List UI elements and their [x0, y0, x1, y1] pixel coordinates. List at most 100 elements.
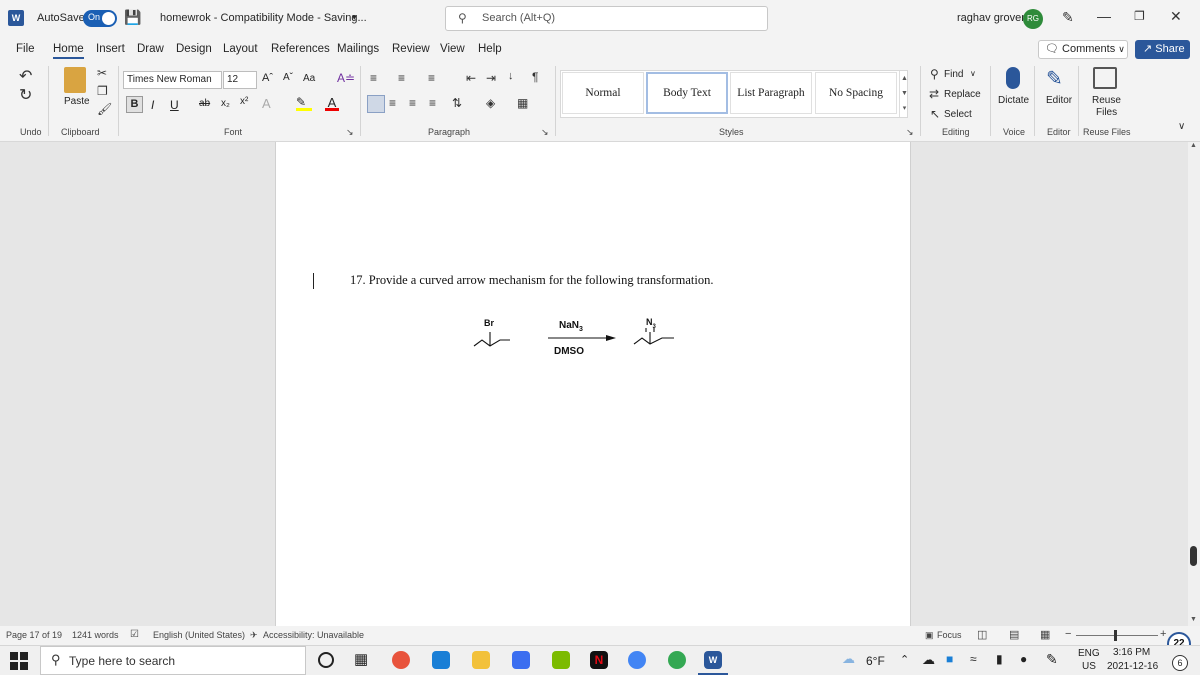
copy-icon[interactable]: ❐: [97, 84, 108, 98]
editor-pen-icon[interactable]: ✎: [1046, 66, 1063, 91]
multilevel-list-icon[interactable]: ≡: [428, 71, 435, 85]
sort-icon[interactable]: ↓: [508, 70, 514, 82]
share-button[interactable]: ↗ Share: [1135, 40, 1190, 59]
tab-review[interactable]: Review: [392, 43, 430, 55]
dictate-button[interactable]: Dictate: [998, 95, 1029, 106]
files-label[interactable]: Files: [1096, 107, 1117, 118]
clock-date[interactable]: 2021-12-16: [1107, 661, 1158, 672]
avatar[interactable]: RG: [1023, 9, 1043, 29]
decrease-indent-icon[interactable]: ⇤: [466, 71, 476, 85]
subscript-button[interactable]: x₂: [221, 98, 230, 109]
tab-references[interactable]: References: [271, 43, 330, 55]
language-status[interactable]: English (United States): [153, 630, 245, 640]
netflix-icon[interactable]: N: [590, 651, 608, 669]
microphone-tray-icon[interactable]: ●: [1020, 652, 1027, 666]
tab-draw[interactable]: Draw: [137, 43, 164, 55]
onedrive-icon[interactable]: ☁: [922, 652, 935, 668]
vertical-scrollbar[interactable]: ▲ ▼: [1188, 142, 1200, 626]
notification-center-icon[interactable]: 6: [1172, 655, 1188, 671]
font-name-select[interactable]: Times New Roman: [123, 71, 222, 89]
grow-font-icon[interactable]: Aˆ: [262, 72, 273, 84]
change-case-button[interactable]: Aa: [303, 73, 315, 84]
style-body-text[interactable]: Body Text: [646, 72, 728, 114]
microphone-icon[interactable]: [1006, 67, 1020, 89]
strikethrough-button[interactable]: ab: [199, 98, 210, 109]
language-bottom[interactable]: US: [1082, 661, 1096, 672]
italic-button[interactable]: I: [151, 98, 154, 112]
align-center-icon[interactable]: ≡: [389, 96, 396, 110]
language-top[interactable]: ENG: [1078, 648, 1100, 659]
document-title[interactable]: homewrok - Compatibility Mode - Saving..…: [160, 12, 367, 24]
read-mode-icon[interactable]: ◫: [977, 628, 987, 641]
tab-file[interactable]: File: [16, 43, 35, 55]
superscript-button[interactable]: x²: [240, 96, 248, 107]
task-view-icon[interactable]: ▦: [354, 650, 368, 668]
zoom-slider-thumb[interactable]: [1114, 630, 1117, 641]
underline-button[interactable]: U: [170, 98, 179, 112]
style-normal[interactable]: Normal: [562, 72, 644, 114]
comments-button[interactable]: 🗨 Comments ∨: [1038, 40, 1128, 59]
search-box[interactable]: ⚲ Search (Alt+Q): [445, 6, 768, 31]
paragraph-dialog-launcher-icon[interactable]: ↘: [541, 127, 549, 138]
align-left-button[interactable]: [367, 95, 385, 113]
shading-icon[interactable]: ◈: [486, 96, 495, 110]
web-layout-icon[interactable]: ▦: [1040, 628, 1050, 641]
tab-help[interactable]: Help: [478, 43, 502, 55]
bold-button[interactable]: B: [126, 96, 143, 113]
page-count[interactable]: Page 17 of 19: [6, 630, 62, 640]
windows-start-icon[interactable]: [10, 652, 28, 670]
pen-tray-icon[interactable]: ✎: [1046, 651, 1058, 668]
minimize-icon[interactable]: —: [1097, 8, 1111, 24]
font-size-select[interactable]: 12: [223, 71, 257, 89]
save-icon[interactable]: 💾: [124, 9, 141, 26]
user-name[interactable]: raghav grover: [957, 12, 1025, 24]
paste-icon[interactable]: [64, 67, 86, 93]
chrome-profile-2-icon[interactable]: [668, 651, 686, 669]
numbering-icon[interactable]: ≡: [398, 71, 405, 85]
store-icon[interactable]: [552, 651, 570, 669]
tab-home[interactable]: Home: [53, 43, 84, 59]
reuse-files-icon[interactable]: [1093, 67, 1117, 89]
show-formatting-icon[interactable]: ¶: [532, 70, 538, 84]
style-list-paragraph[interactable]: List Paragraph: [730, 72, 812, 114]
chrome-icon[interactable]: [392, 651, 410, 669]
battery-icon[interactable]: ▮: [996, 652, 1003, 666]
ribbon-collapse-icon[interactable]: ∨: [1178, 121, 1185, 132]
weather-temp[interactable]: 6°F: [866, 654, 885, 668]
pen-icon[interactable]: ✎: [1062, 9, 1074, 26]
document-page[interactable]: [275, 142, 911, 626]
styles-scroll[interactable]: ▲ ▼ ▾: [899, 71, 909, 117]
line-spacing-icon[interactable]: ⇅: [452, 96, 462, 110]
editor-button[interactable]: Editor: [1046, 95, 1072, 106]
style-no-spacing[interactable]: No Spacing: [815, 72, 897, 114]
tab-view[interactable]: View: [440, 43, 465, 55]
bullets-icon[interactable]: ≡: [370, 71, 377, 85]
word-taskbar-icon[interactable]: W: [704, 651, 722, 669]
zoom-app-icon[interactable]: [512, 651, 530, 669]
word-count[interactable]: 1241 words: [72, 630, 119, 640]
cut-icon[interactable]: ✂: [97, 66, 107, 80]
proofing-icon[interactable]: ☑: [130, 629, 139, 640]
scrollbar-thumb[interactable]: [1190, 546, 1197, 566]
reuse-label[interactable]: Reuse: [1092, 95, 1121, 106]
chrome-profile-icon[interactable]: [628, 651, 646, 669]
cortana-icon[interactable]: [318, 652, 334, 668]
zoom-in-button[interactable]: +: [1160, 628, 1166, 640]
mail-icon[interactable]: [432, 651, 450, 669]
tab-insert[interactable]: Insert: [96, 43, 125, 55]
redo-icon[interactable]: ↻: [19, 85, 32, 105]
title-dropdown-icon[interactable]: ▾: [352, 12, 357, 23]
tab-layout[interactable]: Layout: [223, 43, 258, 55]
font-color-icon[interactable]: A: [325, 95, 339, 111]
wifi-icon[interactable]: ≈: [970, 652, 977, 666]
clock-time[interactable]: 3:16 PM: [1113, 647, 1150, 658]
zoom-slider[interactable]: [1076, 635, 1158, 636]
paste-label[interactable]: Paste: [64, 96, 90, 107]
scroll-up-icon[interactable]: ▲: [1190, 142, 1197, 149]
highlight-icon[interactable]: ✎: [296, 95, 312, 111]
find-button[interactable]: Find: [944, 69, 963, 80]
format-painter-icon[interactable]: 🖌: [97, 102, 112, 116]
weather-icon[interactable]: ☁: [842, 651, 855, 667]
shrink-font-icon[interactable]: Aˇ: [283, 72, 293, 83]
autosave-toggle[interactable]: On: [83, 10, 117, 27]
